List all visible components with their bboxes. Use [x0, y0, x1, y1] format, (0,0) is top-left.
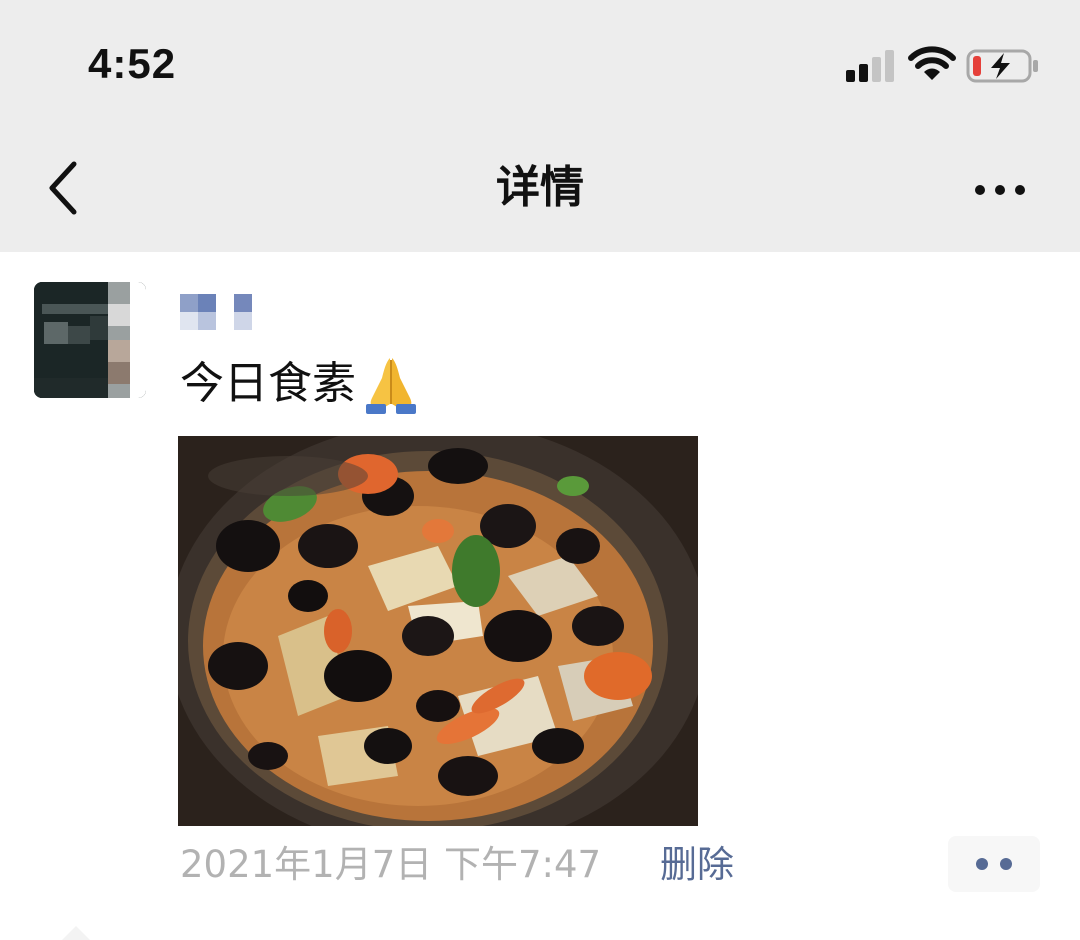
comment-dots-icon[interactable] [948, 836, 1040, 892]
wifi-icon [908, 46, 956, 80]
battery-low-charging-icon [966, 49, 1038, 83]
comment-area-caret-icon [62, 926, 90, 940]
folded-hands-emoji-icon [366, 358, 416, 414]
post-text: 今日食素 [180, 354, 422, 416]
top-bar: 4:52 详情 [0, 0, 1080, 252]
delete-button[interactable]: 删除 [660, 840, 734, 890]
status-time: 4:52 [88, 40, 177, 87]
post-timestamp: 2021年1月7日 下午7:47 [180, 843, 602, 886]
post-text-content: 今日食素 [180, 358, 356, 409]
username-blurred[interactable] [180, 290, 260, 330]
more-dots-icon[interactable] [966, 170, 1034, 210]
food-photo[interactable] [178, 436, 698, 826]
avatar[interactable] [34, 282, 146, 398]
cellular-signal-icon [846, 50, 894, 82]
page-title: 详情 [496, 162, 584, 213]
